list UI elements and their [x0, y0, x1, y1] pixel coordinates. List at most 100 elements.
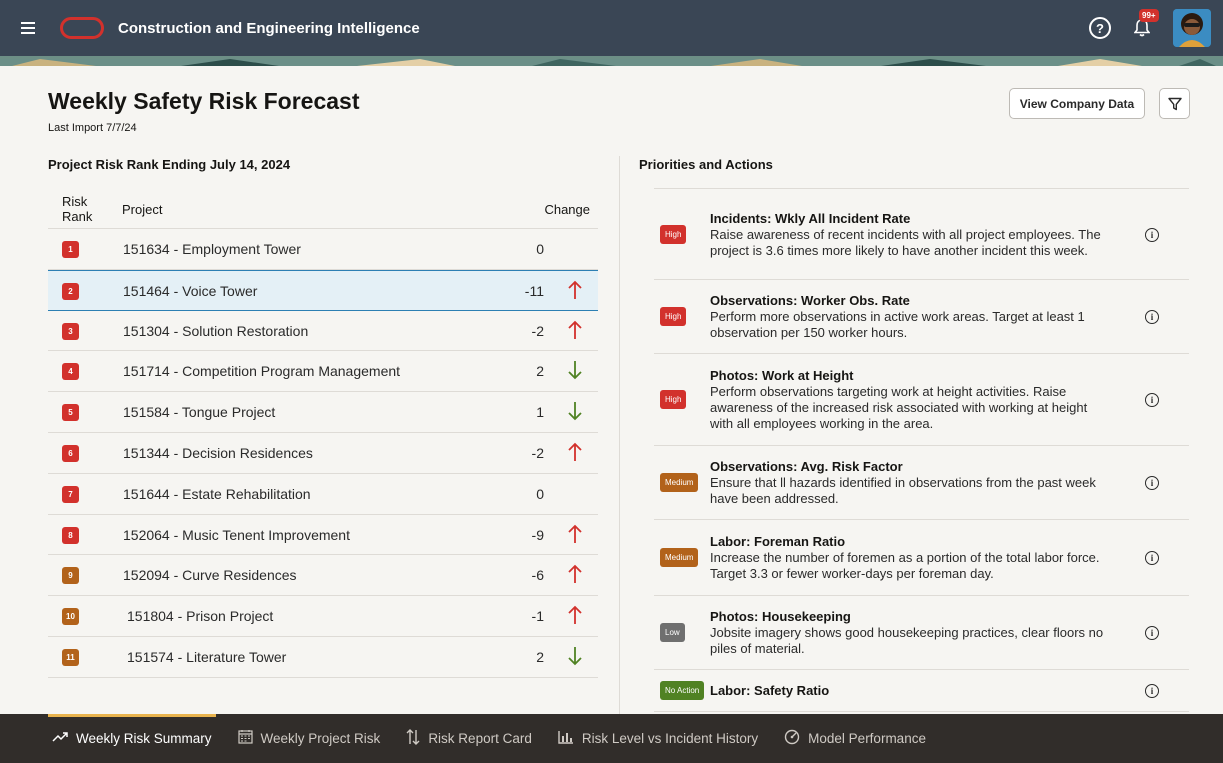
priority-text: Incidents: Wkly All Incident Rate Raise a… [710, 211, 1105, 259]
view-company-data-button[interactable]: View Company Data [1009, 88, 1145, 119]
avatar[interactable] [1173, 9, 1211, 47]
table-row[interactable]: 10 151804 - Prison Project -1 [48, 596, 598, 637]
change-value: -6 [531, 567, 544, 584]
table-row[interactable]: 7 151644 - Estate Rehabilitation 0 [48, 474, 598, 515]
trend-up-icon [52, 730, 68, 747]
project-name[interactable]: 152094 - Curve Residences [123, 567, 297, 583]
priority-description: Perform observations targeting work at h… [710, 384, 1088, 431]
priority-title: Incidents: Wkly All Incident Rate [710, 210, 911, 226]
help-icon[interactable]: ? [1089, 17, 1111, 39]
info-icon[interactable]: i [1145, 684, 1159, 698]
top-bar: Construction and Engineering Intelligenc… [0, 0, 1223, 56]
risk-rank-badge: 4 [62, 363, 79, 381]
priority-item: No Action Labor: Safety Ratio i [654, 670, 1189, 712]
project-name[interactable]: 151464 - Voice Tower [123, 283, 257, 299]
info-icon[interactable]: i [1145, 393, 1159, 407]
table-header: Risk Rank Project Change [48, 188, 598, 229]
project-name[interactable]: 151634 - Employment Tower [123, 241, 301, 257]
priority-item: High Observations: Worker Obs. Rate Perfor… [654, 280, 1189, 354]
change-value: -2 [531, 444, 544, 461]
nav-tab-label: Weekly Risk Summary [76, 731, 212, 746]
column-header-change: Change [544, 202, 590, 217]
nav-tab-weekly-project-risk[interactable]: Weekly Project Risk [237, 714, 381, 763]
project-name[interactable]: 152064 - Music Tenent Improvement [123, 527, 350, 543]
info-icon[interactable]: i [1145, 626, 1159, 640]
sort-arrows-icon [406, 728, 420, 749]
project-name[interactable]: 151344 - Decision Residences [123, 445, 313, 461]
priority-level-badge: High [660, 307, 687, 326]
table-row[interactable]: 9 152094 - Curve Residences -6 [48, 555, 598, 597]
nav-tab-risk-level-vs-incident-history[interactable]: Risk Level vs Incident History [558, 714, 758, 763]
notifications-button[interactable]: 99+ [1129, 9, 1159, 41]
project-name[interactable]: 151574 - Literature Tower [127, 649, 286, 665]
filter-icon [1167, 97, 1182, 110]
info-icon[interactable]: i [1145, 227, 1159, 242]
nav-tab-label: Weekly Project Risk [260, 731, 381, 746]
table-row[interactable]: 8 152064 - Music Tenent Improvement -9 [48, 515, 598, 556]
gauge-icon [784, 729, 800, 749]
project-name[interactable]: 151644 - Estate Rehabilitation [123, 486, 311, 502]
project-name[interactable]: 151714 - Competition Program Management [123, 363, 400, 379]
priority-title: Observations: Worker Obs. Rate [710, 293, 910, 308]
risk-rank-badge: 7 [62, 485, 79, 503]
arrow-down-icon [568, 401, 582, 427]
priority-text: Labor: Foreman Ratio Increase the number … [710, 534, 1105, 582]
priority-item: High Incidents: Wkly All Incident Rate Rai… [654, 189, 1189, 280]
risk-rank-section-title: Project Risk Rank Ending July 14, 2024 [48, 157, 291, 172]
arrow-up-icon [568, 564, 582, 590]
priority-level-badge: No Action [660, 681, 705, 700]
change-value: 1 [536, 404, 544, 421]
priority-title: Photos: Housekeeping [710, 609, 851, 624]
column-header-risk-rank: Risk Rank [62, 194, 93, 224]
priorities-list: High Incidents: Wkly All Incident Rate Rai… [654, 188, 1189, 712]
main-content: Weekly Safety Risk Forecast Last Import … [0, 66, 1223, 714]
change-value: -2 [531, 322, 544, 339]
risk-rank-badge: 6 [62, 444, 79, 462]
info-icon[interactable]: i [1145, 310, 1159, 324]
hamburger-icon[interactable] [10, 0, 46, 56]
project-name[interactable]: 151584 - Tongue Project [123, 404, 275, 420]
table-row[interactable]: 4 151714 - Competition Program Management… [48, 351, 598, 393]
priority-text: Photos: Housekeeping Jobsite imagery show… [710, 609, 1105, 657]
bottom-navigation: Weekly Risk Summary Weekly Project Risk Ri… [0, 714, 1223, 763]
oracle-logo-icon [60, 17, 104, 39]
nav-tab-label: Model Performance [808, 731, 926, 746]
priority-description: Perform more observations in active work… [710, 309, 1085, 340]
arrow-down-icon [568, 360, 582, 386]
change-value: 0 [536, 485, 544, 502]
risk-rank-badge: 9 [62, 567, 79, 585]
priority-item: High Photos: Work at Height Perform observ… [654, 354, 1189, 446]
nav-tab-risk-report-card[interactable]: Risk Report Card [406, 714, 532, 763]
arrow-up-icon [568, 442, 582, 468]
priority-text: Observations: Avg. Risk Factor Ensure tha… [710, 459, 1105, 507]
priority-text: Observations: Worker Obs. Rate Perform mo… [710, 293, 1105, 341]
info-icon[interactable]: i [1145, 551, 1159, 565]
project-name[interactable]: 151304 - Solution Restoration [123, 323, 308, 339]
table-row[interactable]: 3 151304 - Solution Restoration -2 [48, 311, 598, 352]
priority-level-badge: Medium [660, 473, 699, 492]
priority-title: Photos: Work at Height [710, 368, 854, 383]
priority-level-badge: Medium [660, 548, 699, 567]
project-name[interactable]: 151804 - Prison Project [127, 608, 273, 624]
priority-description: Jobsite imagery shows good housekeeping … [710, 625, 1104, 656]
risk-rank-badge: 10 [62, 608, 79, 626]
risk-rank-badge: 11 [62, 648, 79, 666]
nav-tab-weekly-risk-summary[interactable]: Weekly Risk Summary [48, 714, 216, 763]
nav-tab-model-performance[interactable]: Model Performance [784, 714, 926, 763]
table-row[interactable]: 6 151344 - Decision Residences -2 [48, 433, 598, 474]
risk-rank-table: Risk Rank Project Change 1 151634 - Emplo… [48, 188, 598, 678]
change-value: -11 [524, 282, 544, 299]
filter-button[interactable] [1159, 88, 1190, 119]
risk-rank-badge: 5 [62, 404, 79, 422]
info-icon[interactable]: i [1145, 476, 1159, 490]
bar-chart-icon [558, 730, 574, 748]
arrow-down-icon [568, 646, 582, 672]
priority-item: Medium Labor: Foreman Ratio Increase the n… [654, 520, 1189, 596]
priorities-section-title: Priorities and Actions [639, 157, 773, 172]
table-row[interactable]: 11 151574 - Literature Tower 2 [48, 637, 598, 678]
priority-title: Labor: Safety Ratio [710, 683, 830, 698]
table-row[interactable]: 1 151634 - Employment Tower 0 [48, 229, 598, 270]
table-row[interactable]: 5 151584 - Tongue Project 1 [48, 392, 598, 433]
table-row[interactable]: 2 151464 - Voice Tower -11 [48, 269, 598, 311]
calendar-icon [237, 729, 253, 748]
